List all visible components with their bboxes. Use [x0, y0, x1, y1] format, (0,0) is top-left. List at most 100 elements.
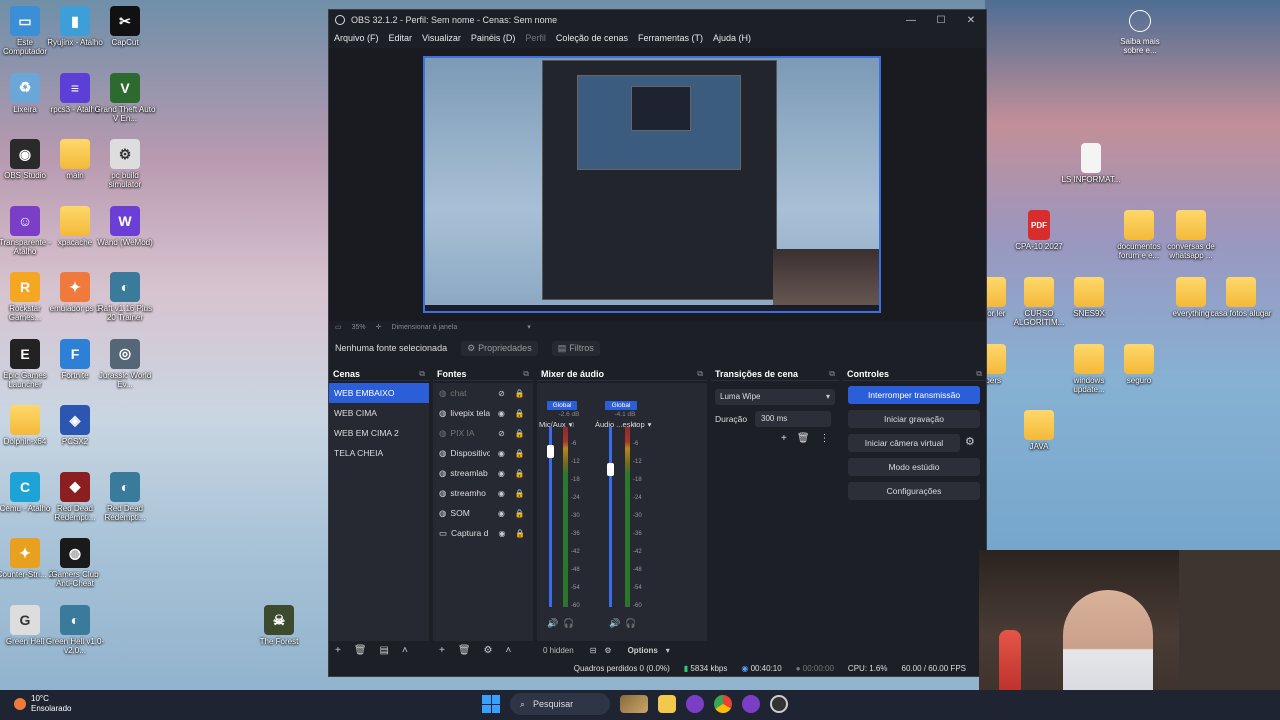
- desktop-icon[interactable]: casa fotos alugar: [1210, 277, 1272, 318]
- menu-docks[interactable]: Painéis (D): [471, 33, 516, 43]
- menu-scene-collection[interactable]: Coleção de cenas: [556, 33, 628, 43]
- scene-filters-icon[interactable]: ▤: [380, 645, 389, 656]
- eye-off-icon[interactable]: ⊘: [494, 389, 508, 398]
- scene-item[interactable]: WEB CIMA: [329, 403, 429, 423]
- source-item[interactable]: ◍ SOM ◉ 🔒: [433, 503, 533, 523]
- duration-input[interactable]: 300 ms: [755, 411, 831, 427]
- lock-icon[interactable]: 🔒: [513, 529, 527, 538]
- stop-stream-button[interactable]: Interromper transmissão: [848, 386, 980, 404]
- desktop-icon[interactable]: JAVA: [1008, 410, 1070, 451]
- desktop-icon[interactable]: ◐ Raft v1.16 Plus 20 Trainer: [94, 272, 156, 322]
- add-source-icon[interactable]: +: [439, 645, 445, 656]
- close-button[interactable]: ✕: [956, 15, 986, 26]
- move-icon[interactable]: ✛: [376, 323, 382, 331]
- source-item[interactable]: ▭ Captura d ◉ 🔒: [433, 523, 533, 543]
- desktop-icon[interactable]: LS INFORMAT...: [1060, 143, 1122, 184]
- undock-icon[interactable]: ⧉: [697, 369, 703, 379]
- add-scene-icon[interactable]: +: [335, 645, 341, 656]
- chrome-icon[interactable]: [714, 695, 732, 713]
- undock-icon[interactable]: ⧉: [419, 369, 425, 379]
- file-explorer-icon[interactable]: [658, 695, 676, 713]
- menu-tools[interactable]: Ferramentas (T): [638, 33, 703, 43]
- desktop-icon[interactable]: seguro: [1108, 344, 1170, 385]
- source-item[interactable]: ◍ streamho ◉ 🔒: [433, 483, 533, 503]
- desktop-icon[interactable]: ◎ Jurassic World Ev...: [94, 338, 156, 389]
- minimize-button[interactable]: —: [896, 15, 926, 26]
- undock-icon[interactable]: ⧉: [829, 369, 835, 379]
- source-item[interactable]: ◍ PIX IA ⊘ 🔒: [433, 423, 533, 443]
- obs-taskbar-icon[interactable]: [770, 695, 788, 713]
- layout-icon[interactable]: ⊟: [590, 646, 597, 655]
- menu-edit[interactable]: Editar: [389, 33, 413, 43]
- options-button[interactable]: Options: [628, 646, 658, 655]
- desktop-icon[interactable]: ◐ Green Hell v1.0-v2.0...: [44, 604, 106, 655]
- eye-icon[interactable]: ◉: [494, 409, 508, 418]
- eye-icon[interactable]: ◉: [495, 529, 509, 538]
- virtual-camera-button[interactable]: Iniciar câmera virtual: [848, 434, 960, 452]
- desktop-icon[interactable]: conversas de whatsapp ...: [1160, 210, 1222, 260]
- fader-handle[interactable]: [607, 463, 614, 476]
- eye-icon[interactable]: ◉: [494, 469, 508, 478]
- menu-view[interactable]: Visualizar: [422, 33, 461, 43]
- add-transition-icon[interactable]: +: [781, 433, 787, 444]
- lock-icon[interactable]: 🔒: [512, 449, 526, 458]
- source-settings-icon[interactable]: ⚙: [484, 645, 493, 656]
- lock-icon[interactable]: 🔒: [512, 389, 526, 398]
- widgets-icon[interactable]: [620, 695, 648, 713]
- remove-scene-icon[interactable]: 🗑: [354, 645, 367, 656]
- gear-icon[interactable]: ⚙: [965, 435, 975, 448]
- eye-icon[interactable]: ◉: [494, 489, 508, 498]
- volume-fader[interactable]: [609, 427, 612, 607]
- desktop-icon[interactable]: PDF CPA-10 2027: [1008, 210, 1070, 251]
- desktop-icon[interactable]: ⚙ pc build simulator: [94, 139, 156, 189]
- filters-button[interactable]: ▤ Filtros: [551, 340, 600, 356]
- move-up-icon[interactable]: ˄: [402, 645, 408, 656]
- chevron-down-icon[interactable]: ▾: [666, 646, 670, 655]
- settings-icon[interactable]: ⚙: [604, 646, 611, 655]
- speaker-icon[interactable]: 🔊: [609, 618, 620, 629]
- start-recording-button[interactable]: Iniciar gravação: [848, 410, 980, 428]
- speaker-icon[interactable]: 🔊: [547, 618, 558, 629]
- app-icon[interactable]: [686, 695, 704, 713]
- studio-mode-button[interactable]: Modo estúdio: [848, 458, 980, 476]
- headphones-icon[interactable]: 🎧: [563, 618, 574, 629]
- move-up-icon[interactable]: ˄: [506, 645, 512, 656]
- source-item[interactable]: ◍ streamlab ◉ 🔒: [433, 463, 533, 483]
- undock-icon[interactable]: ⧉: [976, 369, 982, 379]
- chat-app-icon[interactable]: [742, 695, 760, 713]
- lock-icon[interactable]: 🔒: [512, 509, 526, 518]
- desktop-icon[interactable]: ◐ Red Dead Redempti...: [94, 471, 156, 522]
- lock-icon[interactable]: 🔒: [512, 409, 526, 418]
- search-box[interactable]: ⌕ Pesquisar: [510, 693, 610, 715]
- chevron-down-icon[interactable]: ▾: [648, 420, 652, 429]
- scale-mode[interactable]: Dimensionar à janela: [392, 324, 458, 331]
- eye-off-icon[interactable]: ⊘: [494, 429, 508, 438]
- settings-button[interactable]: Configurações: [848, 482, 980, 500]
- eye-icon[interactable]: ◉: [494, 449, 508, 458]
- weather-widget[interactable]: 10°C Ensolarado: [14, 694, 71, 714]
- desktop-icon[interactable]: V Grand Theft Auto V En...: [94, 72, 156, 123]
- fader-handle[interactable]: [547, 445, 554, 458]
- channel-name[interactable]: Mic/Aux ▾: [539, 420, 599, 429]
- scene-item[interactable]: WEB EMBAIXO: [329, 383, 429, 403]
- remove-source-icon[interactable]: 🗑: [458, 645, 471, 656]
- lock-icon[interactable]: 🔒: [512, 489, 526, 498]
- desktop-icon[interactable]: ◍ Gamers Club Anti-Cheat: [44, 538, 106, 588]
- source-item[interactable]: ◍ Dispositivo ◉ 🔒: [433, 443, 533, 463]
- remove-transition-icon[interactable]: 🗑: [797, 433, 810, 444]
- desktop-icon[interactable]: SNES9X: [1058, 277, 1120, 318]
- scene-item[interactable]: WEB EM CIMA 2: [329, 423, 429, 443]
- desktop-icon[interactable]: ✂ CapCut: [94, 6, 156, 47]
- scene-item[interactable]: TELA CHEIA: [329, 443, 429, 463]
- maximize-button[interactable]: ☐: [926, 15, 956, 26]
- undock-icon[interactable]: ⧉: [523, 369, 529, 379]
- lock-icon[interactable]: 🔒: [512, 469, 526, 478]
- menu-file[interactable]: Arquivo (F): [334, 33, 379, 43]
- menu-profile[interactable]: Perfil: [525, 33, 546, 43]
- transition-select[interactable]: Luma Wipe: [715, 389, 835, 405]
- more-icon[interactable]: ⋮: [820, 433, 830, 444]
- chevron-down-icon[interactable]: ▾: [527, 323, 531, 331]
- desktop-icon-the-forest[interactable]: ☠ The Forest: [248, 605, 310, 646]
- properties-button[interactable]: ⚙ Propriedades: [461, 340, 538, 356]
- menu-help[interactable]: Ajuda (H): [713, 33, 751, 43]
